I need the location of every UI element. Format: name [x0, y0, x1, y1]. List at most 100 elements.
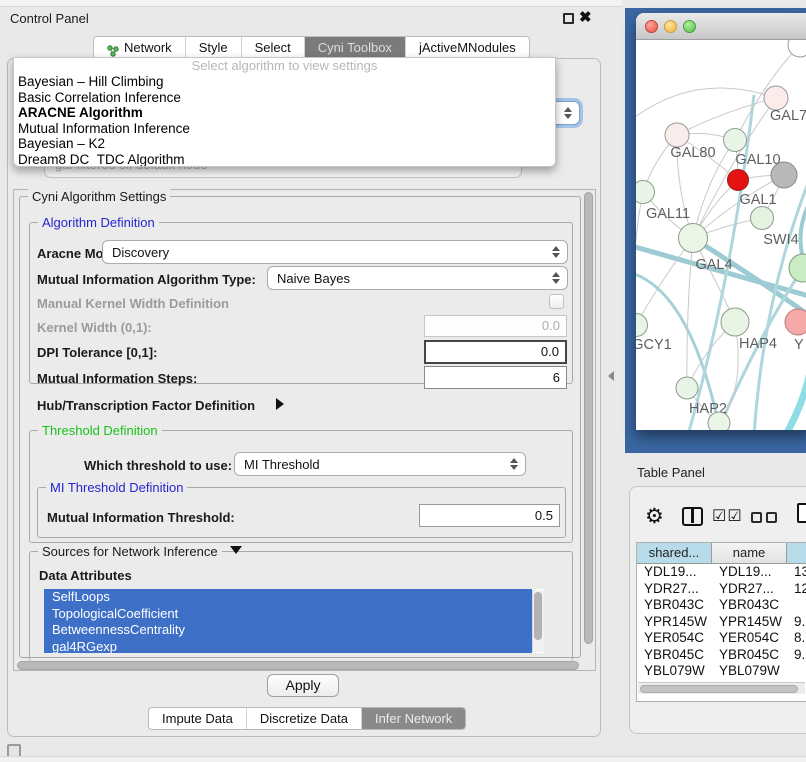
kernel-width-label: Kernel Width (0,1):	[37, 320, 152, 335]
network-node[interactable]	[789, 254, 806, 282]
which-threshold-label: Which threshold to use:	[84, 458, 232, 473]
select-all-icon[interactable]: ☑☑	[712, 506, 743, 526]
network-node-gal80[interactable]	[665, 123, 689, 147]
node-label: GAL1	[739, 192, 776, 208]
collapse-arrow-icon[interactable]	[230, 546, 242, 554]
table-cell: YBL079W	[712, 663, 787, 680]
column-header[interactable]: name	[712, 543, 787, 564]
network-view-frame: GAL7GAL80GAL10GAL1GAL11SWI4GAL4GCY1HAP4Y…	[625, 8, 806, 453]
network-node-y[interactable]	[785, 309, 806, 335]
vertical-scrollbar[interactable]	[584, 192, 593, 644]
table-cell: 12	[787, 581, 806, 598]
table-cell: YDL19...	[712, 564, 787, 581]
tab-cyni-toolbox[interactable]: Cyni Toolbox	[304, 37, 405, 58]
table-row[interactable]: YLR345WYLR345W9.	[637, 680, 806, 682]
tab-label: Network	[124, 37, 172, 58]
network-node-swi4[interactable]	[751, 207, 774, 230]
float-window-icon[interactable]	[563, 13, 574, 24]
column-layout-icon[interactable]	[682, 507, 703, 526]
gear-icon[interactable]: ⚙	[645, 504, 664, 529]
document-icon[interactable]	[797, 503, 806, 523]
tab-style[interactable]: Style	[185, 37, 241, 58]
table-cell: 9.	[787, 680, 806, 682]
aracne-mode-combobox[interactable]: Discovery	[102, 240, 568, 264]
zoom-traffic-light[interactable]	[683, 20, 696, 33]
table-cell	[787, 597, 806, 614]
algorithm-list: Bayesian – Hill ClimbingBasic Correlatio…	[14, 74, 555, 167]
dpi-tolerance-field[interactable]: 0.0	[424, 340, 567, 364]
manual-kernel-checkbox[interactable]	[549, 294, 564, 309]
table-hscrollbar-thumb[interactable]	[640, 685, 798, 693]
combobox-stepper-icon	[552, 246, 561, 258]
deselect-all-icon[interactable]	[751, 512, 762, 523]
network-node[interactable]	[708, 412, 730, 430]
column-header[interactable]: A	[787, 543, 806, 564]
network-edge[interactable]	[677, 98, 776, 135]
attribute-item[interactable]: BetweennessCentrality	[44, 622, 532, 639]
deselect-all-icon-2[interactable]	[766, 512, 777, 523]
tab-impute-data[interactable]: Impute Data	[149, 708, 246, 729]
node-label: SWI4	[763, 232, 798, 248]
table-row[interactable]: YBL079WYBL079W	[637, 663, 806, 680]
mi-threshold-field[interactable]: 0.5	[419, 504, 560, 527]
tab-discretize-data[interactable]: Discretize Data	[246, 708, 361, 729]
network-node-gcy1[interactable]	[636, 314, 648, 337]
network-node-gal4[interactable]	[679, 224, 708, 253]
attribute-item[interactable]: gal4RGexp	[44, 639, 532, 654]
network-icon	[107, 42, 119, 54]
minimize-traffic-light[interactable]	[664, 20, 677, 33]
table-cell: YLR345W	[712, 680, 787, 682]
horizontal-scrollbar[interactable]	[17, 661, 579, 670]
network-edge[interactable]	[784, 358, 806, 430]
group-title[interactable]: Sources for Network Inference	[38, 544, 222, 559]
table-cell: YLR345W	[637, 680, 712, 682]
attribute-item[interactable]: SelfLoops	[44, 589, 532, 606]
list-scrollbar-thumb[interactable]	[534, 592, 542, 640]
close-icon[interactable]: ✖	[579, 8, 592, 26]
network-node-hap2[interactable]	[676, 377, 698, 399]
apply-button[interactable]: Apply	[267, 674, 339, 697]
table-row[interactable]: YDR27...YDR27...12	[637, 581, 806, 598]
panel-divider-handle[interactable]	[608, 371, 614, 381]
network-node-gal1[interactable]	[728, 170, 749, 191]
network-window[interactable]: GAL7GAL80GAL10GAL1GAL11SWI4GAL4GCY1HAP4Y…	[636, 13, 806, 430]
tab-infer-network[interactable]: Infer Network	[361, 708, 465, 729]
network-node-gal10[interactable]	[724, 129, 747, 152]
table-row[interactable]: YER054CYER054C8.	[637, 630, 806, 647]
tab-network[interactable]: Network	[94, 37, 185, 58]
algorithm-option[interactable]: Basic Correlation Inference	[14, 90, 555, 106]
column-header[interactable]: shared...	[637, 543, 712, 564]
table-row[interactable]: YPR145WYPR145W9.	[637, 614, 806, 631]
data-attributes-list[interactable]: SelfLoopsTopologicalCoefficientBetweenne…	[44, 589, 544, 653]
mi-steps-field[interactable]: 6	[424, 366, 567, 389]
tab-jactivemnodules[interactable]: jActiveMNodules	[405, 37, 529, 58]
algorithm-option[interactable]: Dream8 DC_TDC Algorithm	[14, 152, 555, 167]
table-cell: YBR043C	[637, 597, 712, 614]
tab-select[interactable]: Select	[241, 37, 304, 58]
which-threshold-combobox[interactable]: MI Threshold	[234, 452, 526, 476]
network-node-gal7[interactable]	[764, 86, 788, 110]
algorithm-option[interactable]: ARACNE Algorithm	[14, 105, 555, 121]
hub-definition-label[interactable]: Hub/Transcription Factor Definition	[37, 398, 255, 413]
algorithm-option[interactable]: Bayesian – Hill Climbing	[14, 74, 555, 90]
network-edge[interactable]	[636, 192, 643, 325]
mi-type-combobox[interactable]: Naive Bayes	[267, 266, 568, 290]
combobox-stepper-icon	[564, 107, 573, 119]
algorithm-option[interactable]: Mutual Information Inference	[14, 121, 555, 137]
table-cell	[787, 663, 806, 680]
network-node-gal11[interactable]	[636, 181, 655, 204]
combobox-stepper-icon	[510, 458, 519, 470]
network-canvas[interactable]: GAL7GAL80GAL10GAL1GAL11SWI4GAL4GCY1HAP4Y…	[636, 40, 806, 430]
attribute-item[interactable]: TopologicalCoefficient	[44, 606, 532, 623]
algorithm-option[interactable]: Bayesian – K2	[14, 136, 555, 152]
table-row[interactable]: YDL19...YDL19...13	[637, 564, 806, 581]
table-cell: YDR27...	[637, 581, 712, 598]
table-row[interactable]: YBR045CYBR045C9.	[637, 647, 806, 664]
table-row[interactable]: YBR043CYBR043C	[637, 597, 806, 614]
network-node[interactable]	[771, 162, 797, 188]
expander-arrow-icon[interactable]	[276, 398, 284, 410]
close-traffic-light[interactable]	[645, 20, 658, 33]
table-cell: 13	[787, 564, 806, 581]
network-window-titlebar[interactable]	[636, 13, 806, 40]
network-node-hap4[interactable]	[721, 308, 749, 336]
